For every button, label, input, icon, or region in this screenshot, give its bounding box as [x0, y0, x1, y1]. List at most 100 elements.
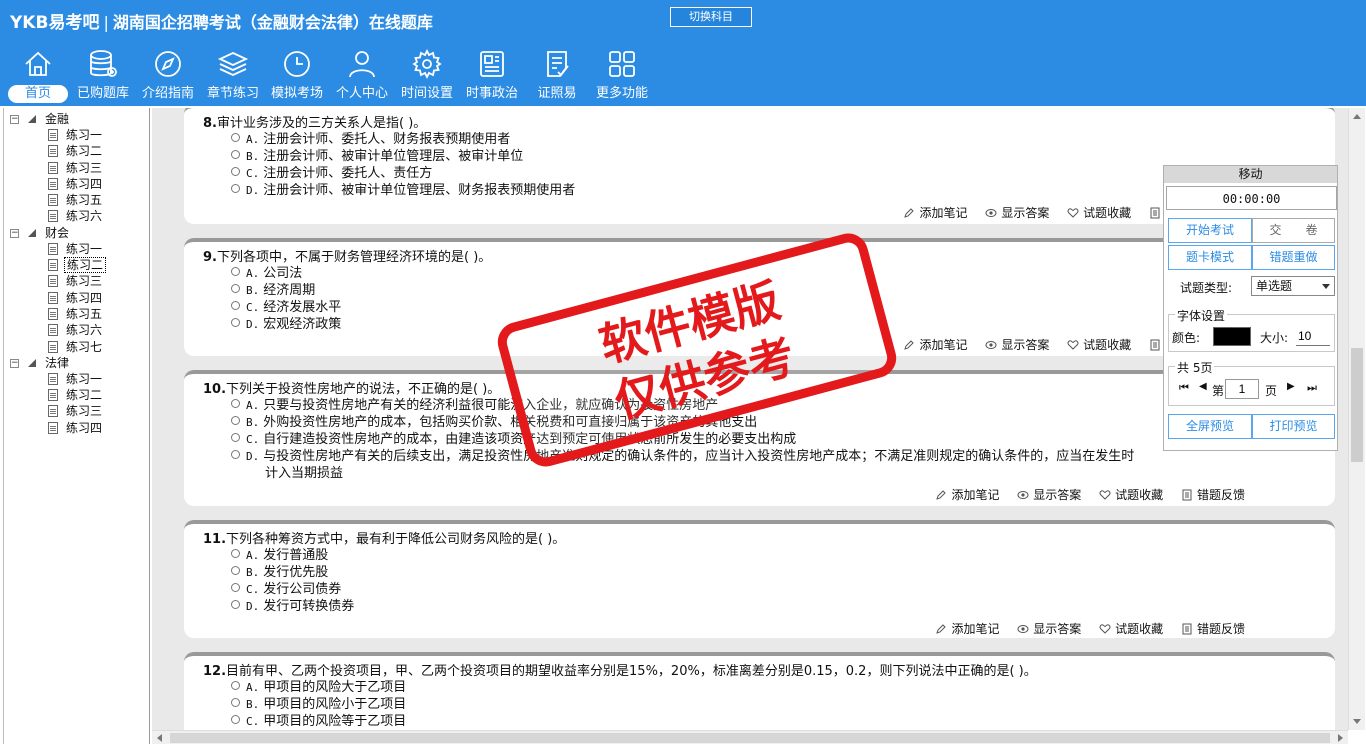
tree-group[interactable]: − 金融 [4, 111, 149, 127]
show-answer-button[interactable]: 显示答案 [1017, 620, 1081, 637]
favorite-button[interactable]: 试题收藏 [1067, 336, 1131, 353]
radio-button[interactable] [231, 450, 240, 459]
tree-item[interactable]: 练习三 [4, 403, 149, 419]
last-page-icon[interactable]: ⏭ [1307, 381, 1317, 395]
nav-current-affairs[interactable]: 时事政治 [461, 48, 523, 104]
add-note-button[interactable]: 添加笔记 [935, 486, 999, 503]
scroll-thumb[interactable] [1351, 348, 1363, 462]
favorite-button[interactable]: 试题收藏 [1099, 486, 1163, 503]
add-note-button[interactable]: 添加笔记 [903, 336, 967, 353]
favorite-button[interactable]: 试题收藏 [1099, 620, 1163, 637]
radio-button[interactable] [231, 284, 240, 293]
option-c[interactable]: C. 注册会计师、委托人、责任方 [231, 165, 432, 182]
option-d[interactable]: D. 宏观经济政策 [231, 316, 341, 333]
nav-purchased[interactable]: 已购题库 [72, 48, 134, 104]
show-answer-button[interactable]: 显示答案 [985, 336, 1049, 353]
submit-exam-button[interactable]: 交 卷 [1252, 218, 1335, 243]
question-type-select[interactable]: 单选题 [1251, 276, 1335, 296]
tree-item[interactable]: 练习一 [4, 127, 149, 143]
option-a[interactable]: A. 公司法 [231, 265, 302, 282]
start-exam-button[interactable]: 开始考试 [1168, 218, 1252, 243]
radio-button[interactable] [231, 416, 240, 425]
radio-button[interactable] [231, 566, 240, 575]
option-a[interactable]: A. 甲项目的风险大于乙项目 [231, 679, 406, 696]
first-page-icon[interactable]: ⏮ [1179, 381, 1189, 395]
tree-item[interactable]: 练习二 [4, 387, 149, 403]
option-b[interactable]: B. 发行优先股 [231, 564, 328, 581]
fullscreen-preview-button[interactable]: 全屏预览 [1168, 414, 1252, 439]
radio-button[interactable] [231, 433, 240, 442]
tree-item[interactable]: 练习七 [4, 339, 149, 355]
scroll-down-icon[interactable] [1353, 719, 1361, 724]
tree-item[interactable]: 练习五 [4, 192, 149, 208]
radio-button[interactable] [231, 133, 240, 142]
radio-button[interactable] [231, 167, 240, 176]
tree-item[interactable]: 练习四 [4, 420, 149, 436]
next-page-icon[interactable]: ▶ [1287, 381, 1295, 392]
option-a[interactable]: A. 发行普通股 [231, 547, 328, 564]
nav-certificate[interactable]: 证照易 [526, 48, 588, 104]
radio-button[interactable] [231, 318, 240, 327]
scroll-up-icon[interactable] [1353, 114, 1361, 119]
nav-chapter-practice[interactable]: 章节练习 [202, 48, 264, 104]
favorite-button[interactable]: 试题收藏 [1067, 204, 1131, 221]
panel-drag-handle[interactable]: 移动 [1164, 166, 1337, 183]
tree-item[interactable]: 练习四 [4, 290, 149, 306]
redo-wrong-button[interactable]: 错题重做 [1252, 245, 1335, 270]
horizontal-scrollbar[interactable] [152, 730, 1348, 744]
tree-item[interactable]: 练习六 [4, 322, 149, 338]
nav-more[interactable]: 更多功能 [591, 48, 653, 104]
font-size-input[interactable] [1296, 327, 1330, 346]
tree-item[interactable]: 练习三 [4, 273, 149, 289]
tree-group[interactable]: − 法律 [4, 355, 149, 371]
radio-button[interactable] [231, 399, 240, 408]
option-c[interactable]: C. 甲项目的风险等于乙项目 [231, 713, 406, 730]
radio-button[interactable] [231, 549, 240, 558]
feedback-button[interactable]: 错题反馈 [1181, 486, 1245, 503]
radio-button[interactable] [231, 681, 240, 690]
tree-group[interactable]: − 财会 [4, 225, 149, 241]
collapse-icon[interactable]: − [10, 228, 19, 238]
option-b[interactable]: B. 经济周期 [231, 282, 315, 299]
vertical-scrollbar[interactable] [1348, 108, 1365, 730]
card-mode-button[interactable]: 题卡模式 [1168, 245, 1252, 270]
show-answer-button[interactable]: 显示答案 [985, 204, 1049, 221]
nav-home[interactable]: 首页 [8, 48, 68, 104]
nav-time-settings[interactable]: 时间设置 [396, 48, 458, 104]
option-c[interactable]: C. 发行公司债券 [231, 581, 341, 598]
feedback-button[interactable]: 错题反馈 [1181, 620, 1245, 637]
collapse-icon[interactable]: − [10, 115, 19, 124]
radio-button[interactable] [231, 184, 240, 193]
scroll-left-icon[interactable] [157, 734, 162, 742]
option-a[interactable]: A. 注册会计师、委托人、财务报表预期使用者 [231, 131, 510, 148]
radio-button[interactable] [231, 583, 240, 592]
switch-subject-button[interactable]: 切换科目 [670, 7, 752, 27]
tree-item[interactable]: 练习四 [4, 176, 149, 192]
scroll-right-icon[interactable] [1338, 734, 1343, 742]
tree-item[interactable]: 练习六 [4, 208, 149, 224]
tree-item[interactable]: 练习一 [4, 241, 149, 257]
option-d[interactable]: D. 发行可转换债券 [231, 598, 354, 615]
nav-personal-center[interactable]: 个人中心 [331, 48, 393, 104]
prev-page-icon[interactable]: ◀ [1199, 381, 1207, 392]
add-note-button[interactable]: 添加笔记 [935, 620, 999, 637]
option-c[interactable]: C. 自行建造投资性房地产的成本，由建造该项资产达到预定可使用状态前所发生的必要支… [231, 431, 796, 448]
print-preview-button[interactable]: 打印预览 [1252, 414, 1335, 439]
tree-item[interactable]: 练习二 [4, 257, 149, 274]
option-d[interactable]: D. 与投资性房地产有关的后续支出，满足投资性房地产准则规定的确认条件的，应当计入… [231, 448, 1134, 482]
option-b[interactable]: B. 注册会计师、被审计单位管理层、被审计单位 [231, 148, 523, 165]
option-d[interactable]: D. 注册会计师、被审计单位管理层、财务报表预期使用者 [231, 182, 575, 199]
nav-guide[interactable]: 介绍指南 [137, 48, 199, 104]
tree-item[interactable]: 练习一 [4, 371, 149, 387]
scroll-thumb[interactable] [170, 733, 1330, 743]
tree-item[interactable]: 练习三 [4, 160, 149, 176]
show-answer-button[interactable]: 显示答案 [1017, 486, 1081, 503]
collapse-icon[interactable]: − [10, 358, 19, 368]
radio-button[interactable] [231, 600, 240, 609]
tree-item[interactable]: 练习五 [4, 306, 149, 322]
radio-button[interactable] [231, 150, 240, 159]
add-note-button[interactable]: 添加笔记 [903, 204, 967, 221]
nav-mock-exam[interactable]: 模拟考场 [266, 48, 328, 104]
option-c[interactable]: C. 经济发展水平 [231, 299, 341, 316]
radio-button[interactable] [231, 267, 240, 276]
